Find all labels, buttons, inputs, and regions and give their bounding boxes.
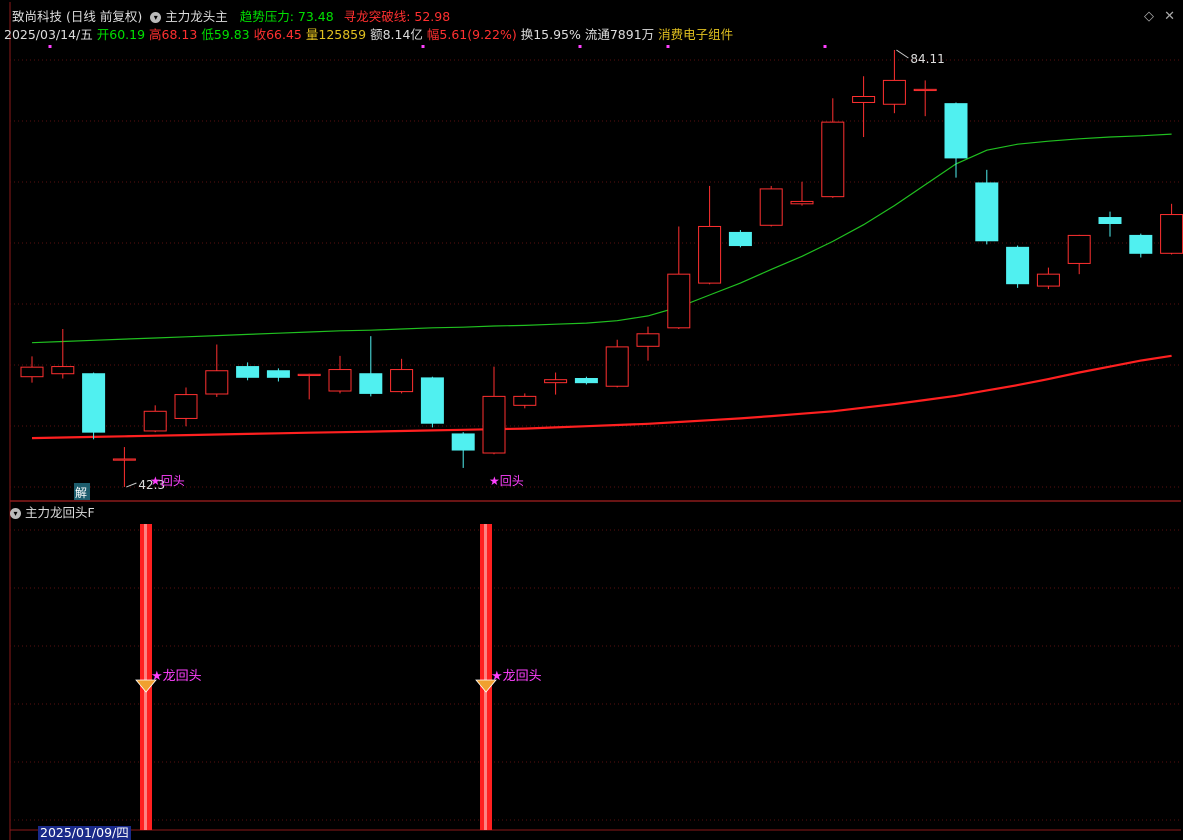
unlock-badge-label: 解 (75, 486, 87, 500)
candle-body (451, 433, 475, 451)
candle-body (544, 379, 568, 384)
max-price-label: 84.11 (910, 52, 944, 66)
marker-dot (666, 45, 670, 48)
header-bar: 致尚科技 (日线 前复权) ▾ 主力龙头主 趋势压力: 73.48 寻龙突破线: … (12, 10, 450, 24)
candle-body (698, 225, 722, 284)
candle-body (20, 366, 44, 378)
signal-label: ★回头 (150, 474, 185, 488)
signal-label: ★回头 (489, 474, 524, 488)
candle-body (482, 395, 506, 454)
candle-body (944, 103, 968, 159)
quote-close: 收66.45 (253, 27, 302, 42)
candle-body (1006, 246, 1030, 285)
candle (1006, 245, 1030, 288)
quote-high: 高68.13 (149, 27, 198, 42)
candle-body (359, 373, 383, 394)
candle-body (82, 373, 106, 433)
marker-dot (578, 45, 582, 48)
candle-body (728, 231, 752, 247)
candle-body (236, 366, 260, 378)
quote-bar: 2025/03/14/五 开60.19 高68.13 低59.83 收66.45… (4, 28, 733, 42)
candle (759, 185, 783, 227)
quote-amount: 额8.14亿 (370, 27, 423, 42)
collapse-icon[interactable]: ▾ (10, 508, 21, 519)
candle-body (574, 377, 598, 384)
candle (728, 230, 752, 248)
collapse-icon[interactable]: ▾ (150, 12, 162, 23)
trend-pressure-label: 趋势压力: 73.48 (239, 9, 334, 24)
candle-body (882, 79, 906, 105)
window-controls: ◇ ✕ (1144, 10, 1175, 24)
quote-volume: 量125859 (305, 27, 367, 42)
candle-body (174, 394, 198, 419)
candle-body (266, 370, 290, 378)
candle-body (913, 88, 937, 92)
signal-bar-highlight (144, 524, 147, 830)
candle-body (420, 377, 444, 424)
candle (605, 339, 629, 388)
candle-body (636, 333, 660, 347)
candle-body (1129, 234, 1153, 254)
candle-body (1160, 214, 1183, 254)
quote-turnover: 换15.95% (520, 27, 581, 42)
candle-body (205, 370, 229, 395)
chart-canvas[interactable]: 84.1142.3★回头 ★回头解★龙回头 ★龙回头 (0, 0, 1183, 840)
breakout-line-label: 寻龙突破线: 52.98 (343, 9, 451, 24)
candle-body (1098, 217, 1122, 224)
candle-body (51, 366, 75, 375)
date-cursor: 2025/01/09/四 (38, 825, 131, 840)
candle-body (667, 273, 691, 329)
signal-bar-label: ★龙回头 (151, 669, 202, 684)
close-icon[interactable]: ✕ (1164, 9, 1175, 24)
diamond-icon[interactable]: ◇ (1144, 9, 1154, 24)
candle-body (1036, 273, 1060, 287)
candle-body (297, 373, 321, 377)
candle-body (605, 346, 629, 387)
signal-bar-highlight (484, 524, 487, 830)
signal-bar-label: ★龙回头 (491, 669, 542, 684)
candle-body (852, 96, 876, 103)
quote-sector[interactable]: 消费电子组件 (658, 27, 733, 42)
marker-dot (823, 45, 827, 48)
candle-body (821, 121, 845, 198)
candle (82, 372, 106, 440)
quote-open: 开60.19 (96, 27, 146, 42)
candle-body (390, 369, 414, 393)
period-label[interactable]: (日线 前复权) (66, 9, 142, 24)
candle (420, 376, 444, 428)
candle-body (790, 200, 814, 205)
stock-name[interactable]: 致尚科技 (12, 9, 62, 24)
quote-range: 幅5.61(9.22%) (426, 27, 517, 42)
background (0, 0, 1183, 840)
sub-panel-title[interactable]: 主力龙回头F (25, 505, 95, 520)
marker-dot (421, 45, 425, 48)
candle-body (328, 369, 352, 392)
candle-body (513, 395, 537, 406)
quote-date: 2025/03/14/五 (4, 27, 93, 42)
marker-dot (48, 45, 52, 48)
candle-body (975, 182, 999, 242)
candle-body (112, 458, 136, 461)
quote-low: 低59.83 (201, 27, 250, 42)
quote-float: 流通7891万 (584, 27, 655, 42)
candle-body (143, 410, 167, 432)
sub-panel-header: ▾ 主力龙回头F (10, 506, 95, 520)
candle-body (759, 188, 783, 226)
indicator-name[interactable]: 主力龙头主 (165, 9, 228, 24)
candle-body (1067, 234, 1091, 264)
